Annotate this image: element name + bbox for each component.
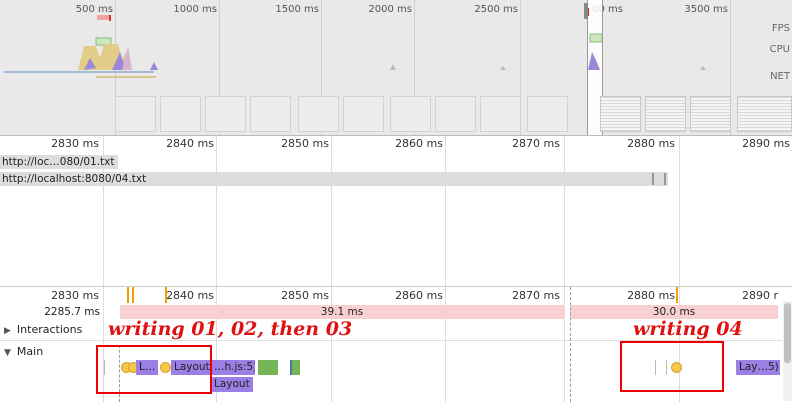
screenshot-thumb bbox=[435, 96, 476, 132]
overview-tick: 2000 ms bbox=[368, 4, 412, 15]
script-block[interactable]: …h.js:5) bbox=[211, 360, 255, 375]
cpu-label: CPU bbox=[769, 44, 790, 55]
overview-tick: 3500 ms bbox=[684, 4, 728, 15]
paint-block[interactable] bbox=[258, 360, 278, 375]
screenshot-thumb bbox=[343, 96, 384, 132]
ruler-tick: 2860 ms bbox=[395, 289, 443, 302]
network-request[interactable]: http://localhost:8080/04.txt bbox=[0, 172, 668, 186]
screenshot-thumb bbox=[737, 96, 792, 132]
ruler-tick: 2850 ms bbox=[281, 289, 329, 302]
screenshot-thumb bbox=[390, 96, 431, 132]
track-interactions[interactable]: ▶ Interactions bbox=[0, 323, 82, 336]
overview-tick: 500 ms bbox=[75, 4, 113, 15]
ruler-tick: 2890 ms bbox=[742, 137, 790, 150]
frame-bar[interactable]: 39.1 ms bbox=[120, 305, 564, 319]
screenshot-thumb bbox=[527, 96, 568, 132]
track-main[interactable]: ▼ Main bbox=[0, 345, 43, 358]
overview-tick: 1500 ms bbox=[275, 4, 319, 15]
annotation-left: writing 01, 02, then 03 bbox=[108, 318, 353, 340]
selection-cpu bbox=[588, 33, 603, 70]
layout-sub-block[interactable]: Layout bbox=[211, 377, 253, 392]
cpu-bump bbox=[700, 66, 706, 70]
frame-left-label: 2285.7 ms bbox=[44, 306, 100, 318]
screenshot-thumb bbox=[250, 96, 291, 132]
event-marker bbox=[132, 287, 134, 303]
cpu-bump bbox=[500, 66, 506, 70]
ruler-tick: 2850 ms bbox=[281, 137, 329, 150]
request-marker bbox=[664, 173, 666, 185]
screenshot-thumb bbox=[298, 96, 339, 132]
overview-tick: 2500 ms bbox=[474, 4, 518, 15]
fps-marker bbox=[109, 15, 111, 21]
cpu-graph bbox=[4, 37, 158, 78]
event-marker bbox=[676, 287, 678, 303]
ruler-tick: 2880 ms bbox=[627, 289, 675, 302]
event-marker bbox=[127, 287, 129, 303]
overview-tick: 1000 ms bbox=[173, 4, 217, 15]
frame-bar[interactable]: 30.0 ms bbox=[570, 305, 778, 319]
paint-block[interactable] bbox=[290, 360, 300, 375]
network-panel: 2830 ms 2840 ms 2850 ms 2860 ms 2870 ms … bbox=[0, 136, 792, 286]
net-label: NET bbox=[770, 71, 790, 82]
screenshot-thumb bbox=[115, 96, 156, 132]
screenshot-thumb bbox=[645, 96, 686, 132]
timeline-overview[interactable]: 500 ms 1000 ms 1500 ms 2000 ms 2500 ms 0… bbox=[0, 0, 792, 136]
layout-block[interactable]: Lay…5) bbox=[736, 360, 780, 375]
annotation-right: writing 04 bbox=[633, 318, 743, 340]
screenshot-thumb bbox=[690, 96, 731, 132]
ruler-tick: 2830 ms bbox=[51, 137, 99, 150]
fps-label: FPS bbox=[771, 23, 790, 34]
fps-marker bbox=[588, 8, 589, 16]
ruler-tick: 2840 ms bbox=[166, 289, 214, 302]
network-request[interactable]: http://loc…080/01.txt bbox=[0, 155, 118, 169]
scrollbar-thumb[interactable] bbox=[784, 303, 791, 363]
screenshot-thumb bbox=[600, 96, 641, 132]
request-marker bbox=[652, 173, 654, 185]
ruler-tick: 2840 ms bbox=[166, 137, 214, 150]
annotation-box-right bbox=[620, 341, 724, 392]
event-marker bbox=[165, 287, 167, 303]
selection-line bbox=[570, 287, 571, 402]
ruler-tick: 2870 ms bbox=[512, 137, 560, 150]
ruler-tick: 2880 ms bbox=[627, 137, 675, 150]
collapse-triangle-icon[interactable]: ▼ bbox=[4, 348, 11, 358]
screenshot-thumb bbox=[480, 96, 521, 132]
ruler-tick: 2890 r bbox=[741, 289, 778, 302]
screenshot-thumb bbox=[160, 96, 201, 132]
annotation-box-left bbox=[96, 345, 212, 394]
cpu-bump bbox=[390, 64, 396, 70]
ruler-tick: 2830 ms bbox=[51, 289, 99, 302]
expand-triangle-icon[interactable]: ▶ bbox=[4, 326, 11, 336]
ruler-tick: 2860 ms bbox=[395, 137, 443, 150]
ruler-tick: 2870 ms bbox=[512, 289, 560, 302]
screenshot-thumb bbox=[205, 96, 246, 132]
